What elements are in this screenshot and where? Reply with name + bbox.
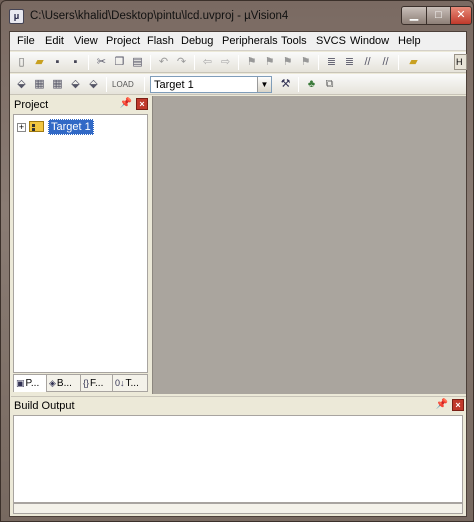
maximize-button[interactable]: □ [426,6,451,25]
navigate-back-icon[interactable]: ⇦ [200,55,215,70]
menu-peripherals[interactable]: Peripherals [222,35,278,47]
undo-icon[interactable]: ↶ [156,55,171,70]
bookmark-prev-icon[interactable]: ⚑ [262,55,277,70]
download-load-icon[interactable]: LOAD [112,77,134,92]
project-panel-close-icon[interactable]: × [136,98,148,110]
build-output-header: Build Output 📌 × [11,397,466,414]
toolbar-separator [106,77,107,92]
toolbar-separator [238,55,239,70]
uncomment-icon[interactable]: // [378,55,393,70]
templates-tab-icon: 0↓ [115,378,125,388]
build-output-title: Build Output [14,400,75,412]
batch-build-icon[interactable]: ⬙ [68,77,83,92]
save-all-icon[interactable]: ▪ [68,55,83,70]
functions-tab-icon: {} [83,378,90,388]
build-output-close-icon[interactable]: × [452,399,464,411]
bookmark-clear-icon[interactable]: ⚑ [298,55,313,70]
menu-svcs[interactable]: SVCS [316,35,346,47]
uvision-app-icon: μ [9,9,24,24]
translate-icon[interactable]: ⬙ [14,77,29,92]
menu-flash[interactable]: Flash [147,35,174,47]
menu-file[interactable]: File [17,35,35,47]
expand-plus-icon[interactable]: + [17,123,26,132]
window-title: C:\Users\khalid\Desktop\pintu\lcd.uvproj… [30,10,289,22]
toolbar-separator [318,55,319,70]
pin-icon[interactable]: 📌 [120,98,132,109]
books-tab-icon: ◈ [49,378,56,388]
project-tab-icon: ▣ [16,378,25,388]
bookmark-icon[interactable]: ⚑ [244,55,259,70]
bookmark-next-icon[interactable]: ⚑ [280,55,295,70]
build-icon[interactable]: ▦ [32,77,47,92]
project-panel-title: Project [14,99,49,111]
target-select-value: Target 1 [154,79,194,91]
tab-functions[interactable]: {}F... [81,375,113,392]
menu-edit[interactable]: Edit [45,35,64,47]
tree-item-target-label[interactable]: Target 1 [48,119,94,135]
client-area: File Edit View Project Flash Debug Perip… [9,31,467,517]
tab-templates-label: T... [125,378,139,389]
paste-icon[interactable]: ▤ [130,55,145,70]
target-folder-icon [29,121,44,132]
save-icon[interactable]: ▪ [50,55,65,70]
project-panel-header: Project 📌 × [11,96,150,113]
target-options-icon[interactable]: ⚒ [278,77,293,92]
manage-components-icon[interactable]: ♣ [304,77,319,92]
tab-books-label: B... [56,378,72,389]
toolbar-separator [144,77,145,92]
toolbar-separator [298,77,299,92]
main-toolbar: ▯ ▰ ▪ ▪ ✂ ❐ ▤ ↶ ↷ ⇦ ⇨ ⚑ ⚑ ⚑ ⚑ ≣ ≣ // // … [10,52,467,73]
toolbar-separator [88,55,89,70]
pin-icon[interactable]: 📌 [436,399,448,410]
menu-window[interactable]: Window [350,35,389,47]
tab-functions-label: F... [90,378,104,389]
menu-project[interactable]: Project [106,35,140,47]
toolbar-separator [150,55,151,70]
build-toolbar: ⬙ ▦ ▦ ⬙ ⬙ LOAD Target 1 ▼ ⚒ ♣ ⧉ [10,74,466,95]
open-folder-icon[interactable]: ▰ [32,55,47,70]
title-bar[interactable]: μ C:\Users\khalid\Desktop\pintu\lcd.uvpr… [1,1,473,31]
indent-icon[interactable]: ≣ [324,55,339,70]
project-panel-tabs: ▣P... ◈B... {}F... 0↓T... [13,374,148,392]
find-in-files-icon[interactable]: ▰ [406,55,421,70]
tab-project[interactable]: ▣P... [14,375,47,392]
copy-icon[interactable]: ❐ [112,55,127,70]
new-file-icon[interactable]: ▯ [14,55,29,70]
build-output-text[interactable] [13,415,463,503]
project-tree[interactable]: + Target 1 [13,114,148,373]
tab-templates[interactable]: 0↓T... [113,375,148,392]
build-output-scrollbar[interactable] [13,503,463,514]
menu-view[interactable]: View [74,35,98,47]
select-packs-icon[interactable]: ⧉ [322,77,337,92]
toolbar-separator [398,55,399,70]
stop-build-icon[interactable]: ⬙ [86,77,101,92]
chevron-down-icon[interactable]: ▼ [257,77,271,92]
editor-area[interactable] [152,96,466,394]
find-combo-icon[interactable]: H [454,54,467,70]
navigate-forward-icon[interactable]: ⇨ [218,55,233,70]
menu-bar: File Edit View Project Flash Debug Perip… [10,32,466,51]
tab-project-label: P... [25,378,40,389]
app-window: μ C:\Users\khalid\Desktop\pintu\lcd.uvpr… [0,0,474,522]
menu-tools[interactable]: Tools [281,35,307,47]
minimize-button[interactable]: ▁ [401,6,427,25]
comment-icon[interactable]: // [360,55,375,70]
tab-books[interactable]: ◈B... [47,375,81,392]
target-select[interactable]: Target 1 ▼ [150,76,272,93]
toolbar-separator [194,55,195,70]
build-output-panel: Build Output 📌 × [11,396,466,516]
rebuild-icon[interactable]: ▦ [50,77,65,92]
unindent-icon[interactable]: ≣ [342,55,357,70]
project-panel: Project 📌 × + Target 1 ▣P... ◈B... {}F..… [11,96,150,394]
menu-debug[interactable]: Debug [181,35,213,47]
menu-help[interactable]: Help [398,35,421,47]
cut-icon[interactable]: ✂ [94,55,109,70]
close-button[interactable]: ✕ [450,6,472,25]
redo-icon[interactable]: ↷ [174,55,189,70]
